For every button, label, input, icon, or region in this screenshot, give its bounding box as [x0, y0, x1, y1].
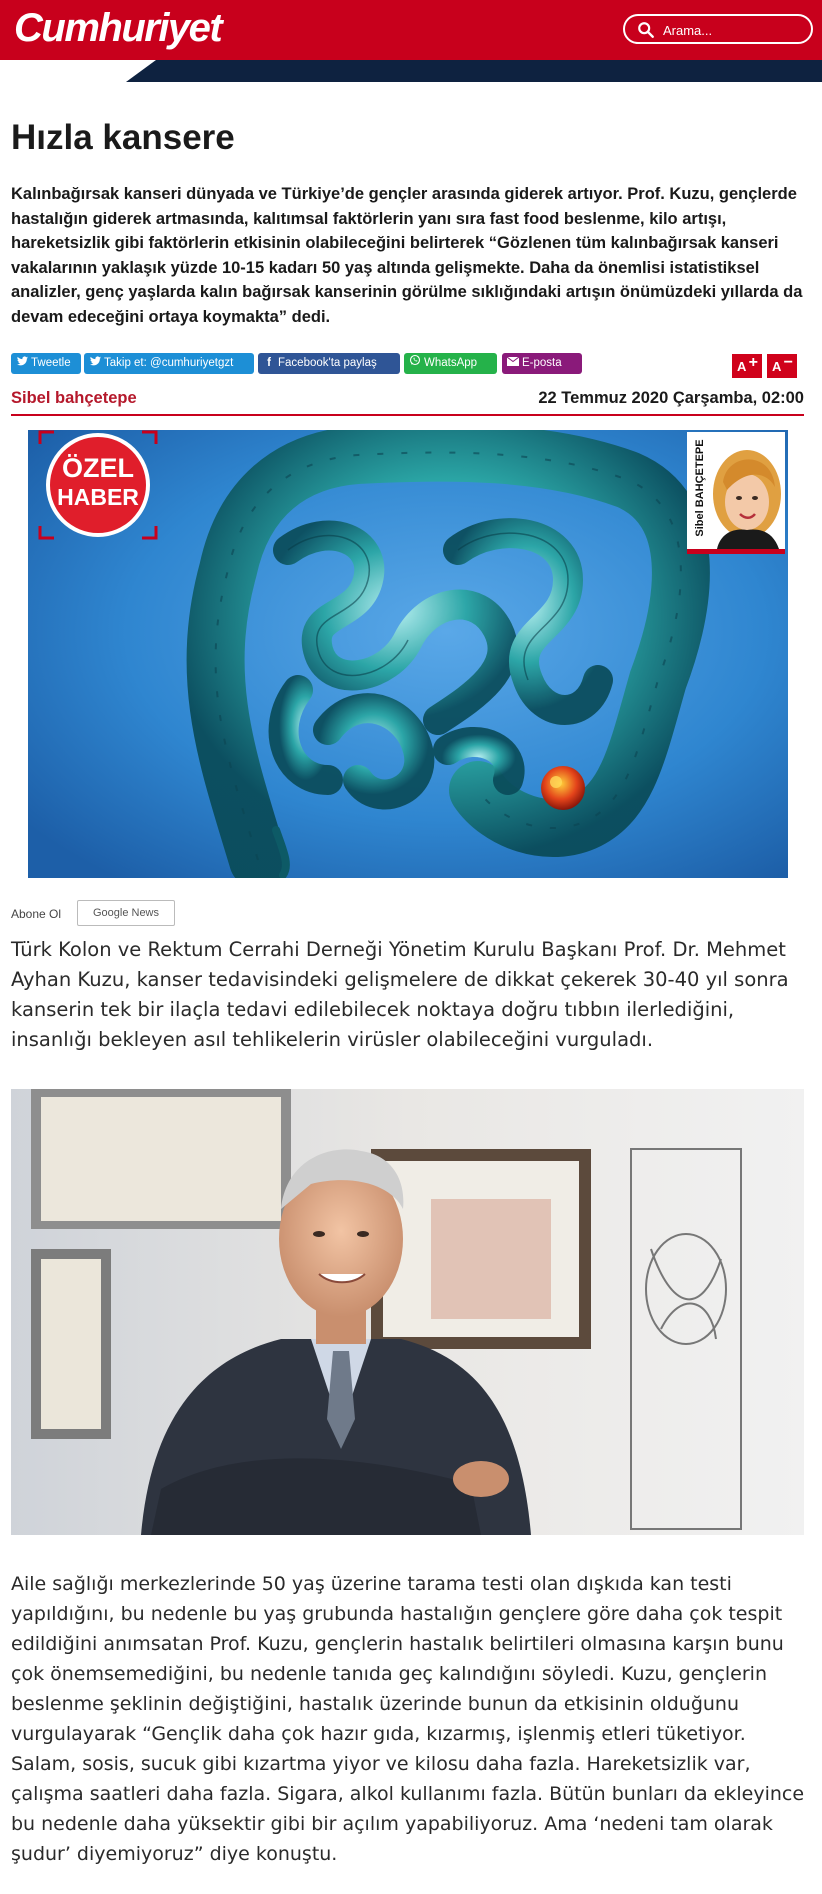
plus-icon: + [748, 354, 758, 371]
nav-strip-corner [126, 60, 156, 82]
font-decrease-button[interactable]: A − [767, 354, 797, 378]
facebook-label: Facebook'ta paylaş [278, 357, 377, 369]
site-header: Cumhuriyet [0, 0, 822, 60]
tweet-label: Tweetle [31, 357, 71, 369]
article-paragraph-1: Türk Kolon ve Rektum Cerrahi Derneği Yön… [11, 938, 789, 1051]
email-label: E-posta [522, 357, 562, 369]
facebook-share-button[interactable]: f Facebook'ta paylaş [258, 353, 400, 374]
author-link[interactable]: Sibel bahçetepe [11, 389, 137, 408]
twitter-icon [88, 353, 102, 374]
tweet-button[interactable]: Tweetle [11, 353, 81, 374]
article-summary: Kalınbağırsak kanseri dünyada ve Türkiye… [11, 185, 803, 326]
search-icon[interactable] [637, 21, 655, 39]
subscribe-label: Abone Ol [11, 907, 62, 921]
whatsapp-icon [408, 353, 422, 374]
follow-twitter-button[interactable]: Takip et: @cumhuriyetgzt [84, 353, 254, 374]
google-news-button[interactable]: Google News [77, 900, 175, 926]
site-logo[interactable]: Cumhuriyet [14, 6, 223, 51]
font-decrease-label: A [772, 359, 782, 374]
special-report-badge: ÖZEL HABER [38, 430, 158, 540]
search-box[interactable] [623, 14, 813, 44]
article-title: Hızla kansere [11, 118, 235, 157]
search-input[interactable] [663, 19, 803, 41]
author-portrait: Sibel BAHÇETEPE [687, 432, 785, 554]
twitter-icon [15, 353, 29, 374]
whatsapp-share-button[interactable]: WhatsApp [404, 353, 497, 374]
follow-label: Takip et: @cumhuriyetgzt [104, 357, 234, 369]
badge-line-2: HABER [57, 484, 139, 510]
article-photo [11, 1089, 804, 1535]
font-increase-button[interactable]: A + [732, 354, 762, 378]
divider [11, 414, 804, 416]
doctor-photo [11, 1089, 804, 1535]
nav-strip [126, 60, 822, 82]
badge-line-1: ÖZEL [62, 453, 134, 483]
email-share-button[interactable]: E-posta [502, 353, 582, 374]
facebook-icon: f [267, 357, 271, 369]
minus-icon: − [783, 354, 793, 371]
whatsapp-label: WhatsApp [424, 357, 478, 369]
google-news-label: Google News [92, 907, 160, 919]
publish-date: 22 Temmuz 2020 Çarşamba, 02:00 [538, 389, 804, 407]
article-paragraph-2: Aile sağlığı merkezlerinde 50 yaş üzerin… [11, 1573, 805, 1865]
envelope-icon [506, 353, 520, 374]
font-increase-label: A [737, 359, 747, 374]
portrait-name: Sibel BAHÇETEPE [694, 439, 706, 537]
